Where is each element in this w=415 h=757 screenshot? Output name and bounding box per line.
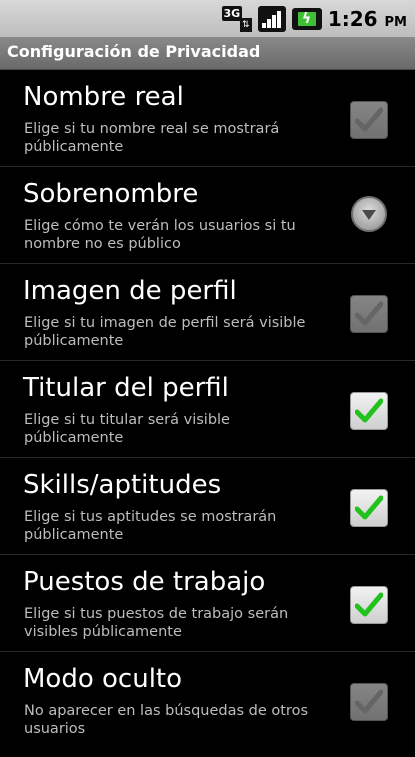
setting-title: Sobrenombre (23, 179, 199, 209)
status-bar: 3G ⇅ ϟ 1:26 PM (0, 0, 415, 37)
setting-summary: Elige si tus puestos de trabajo serán vi… (24, 606, 289, 640)
titular-del-perfil-checkbox[interactable] (350, 392, 388, 430)
3g-icon: 3G ⇅ (221, 6, 252, 32)
chevron-down-icon (362, 210, 376, 220)
title-bar: Configuración de Privacidad (0, 37, 415, 70)
setting-modo-oculto[interactable]: Modo oculto No aparecer en las búsquedas… (0, 652, 415, 749)
nombre-real-checkbox[interactable] (350, 101, 388, 139)
setting-title: Nombre real (23, 82, 184, 112)
status-icons: 3G ⇅ ϟ 1:26 PM (221, 4, 407, 34)
setting-title: Titular del perfil (23, 373, 229, 403)
setting-nombre-real[interactable]: Nombre real Elige si tu nombre real se m… (0, 70, 415, 167)
settings-list: Nombre real Elige si tu nombre real se m… (0, 70, 415, 749)
checkmark-icon (355, 495, 383, 520)
setting-summary: No aparecer en las búsquedas de otros us… (24, 703, 309, 737)
skills-aptitudes-checkbox[interactable] (350, 489, 388, 527)
battery-icon: ϟ (291, 8, 322, 30)
setting-summary: Elige si tu nombre real se mostrará públ… (24, 121, 280, 155)
setting-summary: Elige cómo te verán los usuarios si tu n… (24, 218, 296, 252)
checkmark-icon (355, 301, 383, 326)
setting-imagen-de-perfil[interactable]: Imagen de perfil Elige si tu imagen de p… (0, 264, 415, 361)
clock-ampm: PM (384, 15, 407, 30)
setting-title: Imagen de perfil (23, 276, 237, 306)
network-type-label: 3G (221, 6, 242, 21)
checkmark-icon (355, 398, 383, 423)
checkmark-icon (355, 689, 383, 714)
setting-titular-del-perfil[interactable]: Titular del perfil Elige si tu titular s… (0, 361, 415, 458)
setting-title: Skills/aptitudes (23, 470, 222, 500)
setting-summary: Elige si tu imagen de perfil será visibl… (24, 315, 306, 349)
clock-time: 1:26 (327, 7, 378, 31)
data-arrows-icon: ⇅ (239, 18, 252, 32)
clock: 1:26 PM (328, 7, 407, 31)
imagen-de-perfil-checkbox[interactable] (350, 295, 388, 333)
setting-skills-aptitudes[interactable]: Skills/aptitudes Elige si tus aptitudes … (0, 458, 415, 555)
modo-oculto-checkbox[interactable] (350, 683, 388, 721)
setting-title: Modo oculto (23, 664, 183, 694)
setting-puestos-de-trabajo[interactable]: Puestos de trabajo Elige si tus puestos … (0, 555, 415, 652)
setting-summary: Elige si tus aptitudes se mostrarán públ… (24, 509, 277, 543)
sobrenombre-dropdown[interactable] (351, 196, 387, 232)
setting-title: Puestos de trabajo (23, 567, 266, 597)
puestos-de-trabajo-checkbox[interactable] (350, 586, 388, 624)
page-title: Configuración de Privacidad (7, 42, 261, 61)
checkmark-icon (355, 592, 383, 617)
setting-summary: Elige si tu titular será visible pública… (24, 412, 230, 446)
checkmark-icon (355, 107, 383, 132)
signal-icon (257, 6, 286, 32)
setting-sobrenombre[interactable]: Sobrenombre Elige cómo te verán los usua… (0, 167, 415, 264)
